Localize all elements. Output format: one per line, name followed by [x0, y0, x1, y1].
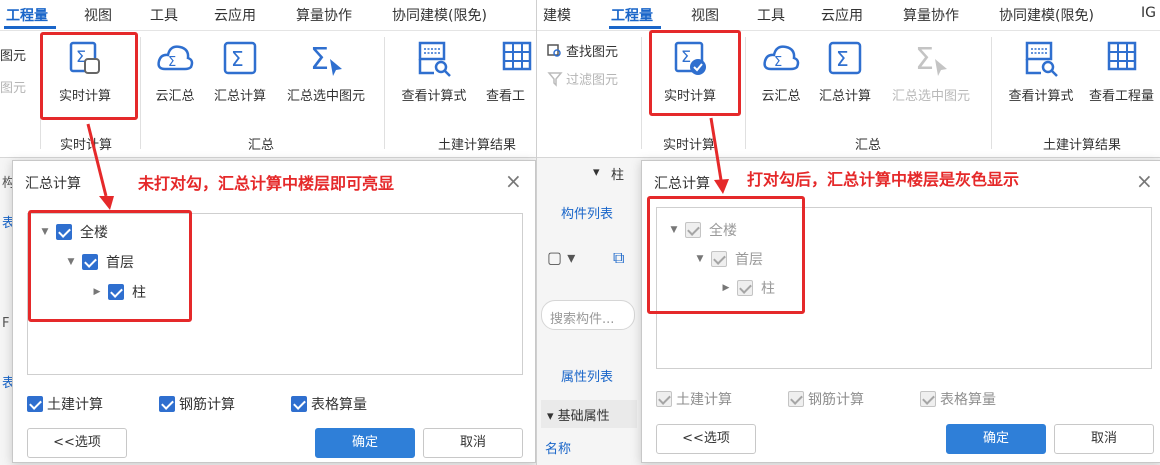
- highlight-box-tree: [28, 210, 192, 322]
- cancel-button[interactable]: 取消: [423, 428, 523, 458]
- prop-name-label: 名称: [545, 442, 572, 457]
- option-rebar-calc: 钢筋计算: [788, 389, 864, 409]
- cancel-button[interactable]: 取消: [1054, 424, 1154, 454]
- checkbox[interactable]: [27, 396, 43, 412]
- ok-button[interactable]: 确定: [315, 428, 415, 458]
- search-input[interactable]: 搜索构件...: [541, 300, 635, 330]
- checkbox[interactable]: [291, 396, 307, 412]
- annotation-text: 未打对勾，汇总计算中楼层即可亮显: [138, 174, 395, 193]
- checkbox[interactable]: [159, 396, 175, 412]
- option-table-quantity: 表格算量: [920, 389, 996, 409]
- new-component-icon[interactable]: ▢ ▾: [547, 248, 575, 267]
- checkbox-disabled: [920, 391, 936, 407]
- base-props-row[interactable]: ▾ 基础属性: [541, 400, 637, 428]
- tab-property-list[interactable]: 属性列表: [561, 366, 613, 385]
- annotation-text: 打对勾后，汇总计算中楼层是灰色显示: [747, 170, 1020, 189]
- option-civil-calc: 土建计算: [656, 389, 732, 409]
- option-table-quantity[interactable]: 表格算量: [291, 394, 367, 414]
- more-options-button[interactable]: <<选项: [656, 424, 756, 454]
- checkbox-disabled: [656, 391, 672, 407]
- ok-button[interactable]: 确定: [946, 424, 1046, 454]
- option-rebar-calc[interactable]: 钢筋计算: [159, 394, 235, 414]
- right-screenshot: 建模 工程量 视图 工具 云应用 算量协作 协同建模(限免) IG 查找图元 过…: [536, 0, 1160, 465]
- option-civil-calc[interactable]: 土建计算: [27, 394, 103, 414]
- side-strip-label: F: [2, 316, 10, 331]
- copy-icon[interactable]: ⧉: [613, 248, 624, 268]
- more-options-button[interactable]: <<选项: [27, 428, 127, 458]
- checkbox-disabled: [788, 391, 804, 407]
- left-screenshot: 工程量 视图 工具 云应用 算量协作 协同建模(限免) 图元 图元 Σ 实时计算…: [0, 0, 536, 465]
